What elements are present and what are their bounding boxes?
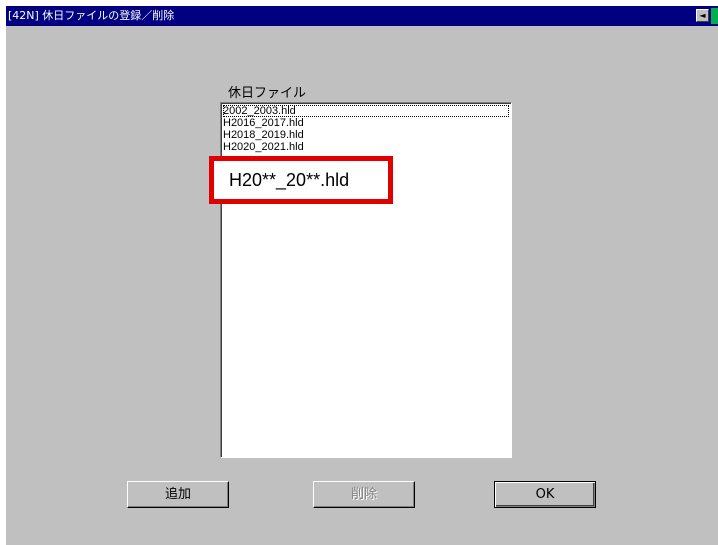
- list-item[interactable]: H2018_2019.hld: [223, 129, 509, 141]
- ok-button[interactable]: OK: [494, 481, 596, 508]
- scroll-left-button[interactable]: ◄: [696, 9, 709, 22]
- list-item[interactable]: H2020_2021.hld: [223, 141, 509, 153]
- scroll-left-arrow-icon: ◄: [699, 11, 706, 20]
- filename-format-callout: H20**_20**.hld: [209, 156, 393, 204]
- list-item[interactable]: 2002_2003.hld: [223, 105, 509, 117]
- window-title: [42N] 休日ファイルの登録／削除: [8, 9, 175, 22]
- window-edge-indicator: [711, 8, 718, 24]
- file-list-label: 休日ファイル: [228, 86, 307, 101]
- list-item[interactable]: H2016_2017.hld: [223, 117, 509, 129]
- delete-button[interactable]: 削除: [313, 481, 415, 508]
- title-bar: [42N] 休日ファイルの登録／削除 ◄: [6, 6, 718, 26]
- holiday-file-dialog: [42N] 休日ファイルの登録／削除 ◄ 休日ファイル 2002_2003.hl…: [6, 6, 718, 545]
- add-button[interactable]: 追加: [127, 481, 229, 508]
